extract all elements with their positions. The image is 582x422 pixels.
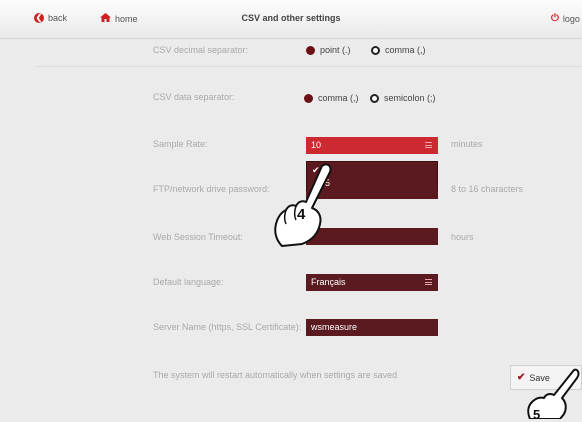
radio-selected-icon	[306, 45, 315, 55]
menu-lines-icon	[425, 279, 432, 285]
web-timeout-label: Web Session Timeout:	[153, 232, 243, 242]
radio-label: point (.)	[320, 45, 351, 55]
restart-note: The system will restart automatically wh…	[153, 370, 398, 380]
top-bar: ❮ back home CSV and other settings ⏻ log…	[0, 0, 582, 39]
logout-label: logo	[562, 13, 580, 24]
web-timeout-unit: hours	[451, 232, 474, 242]
server-name-input[interactable]: wsmeasure	[306, 319, 438, 336]
decimal-point-radio[interactable]: point (.)	[306, 45, 351, 55]
radio-unselected-icon	[370, 93, 379, 103]
data-comma-radio[interactable]: comma (,)	[304, 93, 359, 103]
radio-unselected-icon	[371, 45, 380, 55]
radio-selected-icon	[304, 93, 313, 103]
data-semicolon-radio[interactable]: semicolon (;)	[370, 93, 436, 103]
power-icon: ⏻	[551, 13, 559, 24]
decimal-separator-label: CSV decimal separator:	[153, 45, 249, 55]
divider	[35, 66, 582, 67]
step-number-5: 5	[533, 407, 541, 422]
sample-rate-unit: minutes	[451, 139, 483, 149]
sample-rate-select[interactable]: 10	[306, 137, 438, 154]
logout-button[interactable]: ⏻ logo	[551, 13, 580, 24]
ftp-password-hint: 8 to 16 characters	[451, 184, 524, 194]
hand-pointer-icon	[274, 163, 332, 247]
sample-rate-value: 10	[311, 140, 322, 150]
step-number-4: 4	[297, 206, 306, 223]
language-select[interactable]: Français	[306, 274, 438, 291]
ftp-password-label: FTP/network drive password:	[153, 184, 270, 194]
data-separator-label: CSV data separator:	[153, 92, 235, 102]
radio-label: comma (,)	[318, 93, 359, 103]
default-language-label: Default language:	[153, 277, 224, 287]
server-name-label: Server Name (https, SSL Certificate):	[153, 322, 302, 332]
language-value: Français	[311, 277, 346, 287]
sample-rate-label: Sample Rate:	[153, 139, 208, 149]
radio-label: semicolon (;)	[384, 93, 436, 103]
menu-lines-icon	[425, 142, 432, 148]
page-title: CSV and other settings	[241, 13, 341, 23]
decimal-comma-radio[interactable]: comma (,)	[371, 45, 426, 55]
radio-label: comma (,)	[385, 45, 426, 55]
